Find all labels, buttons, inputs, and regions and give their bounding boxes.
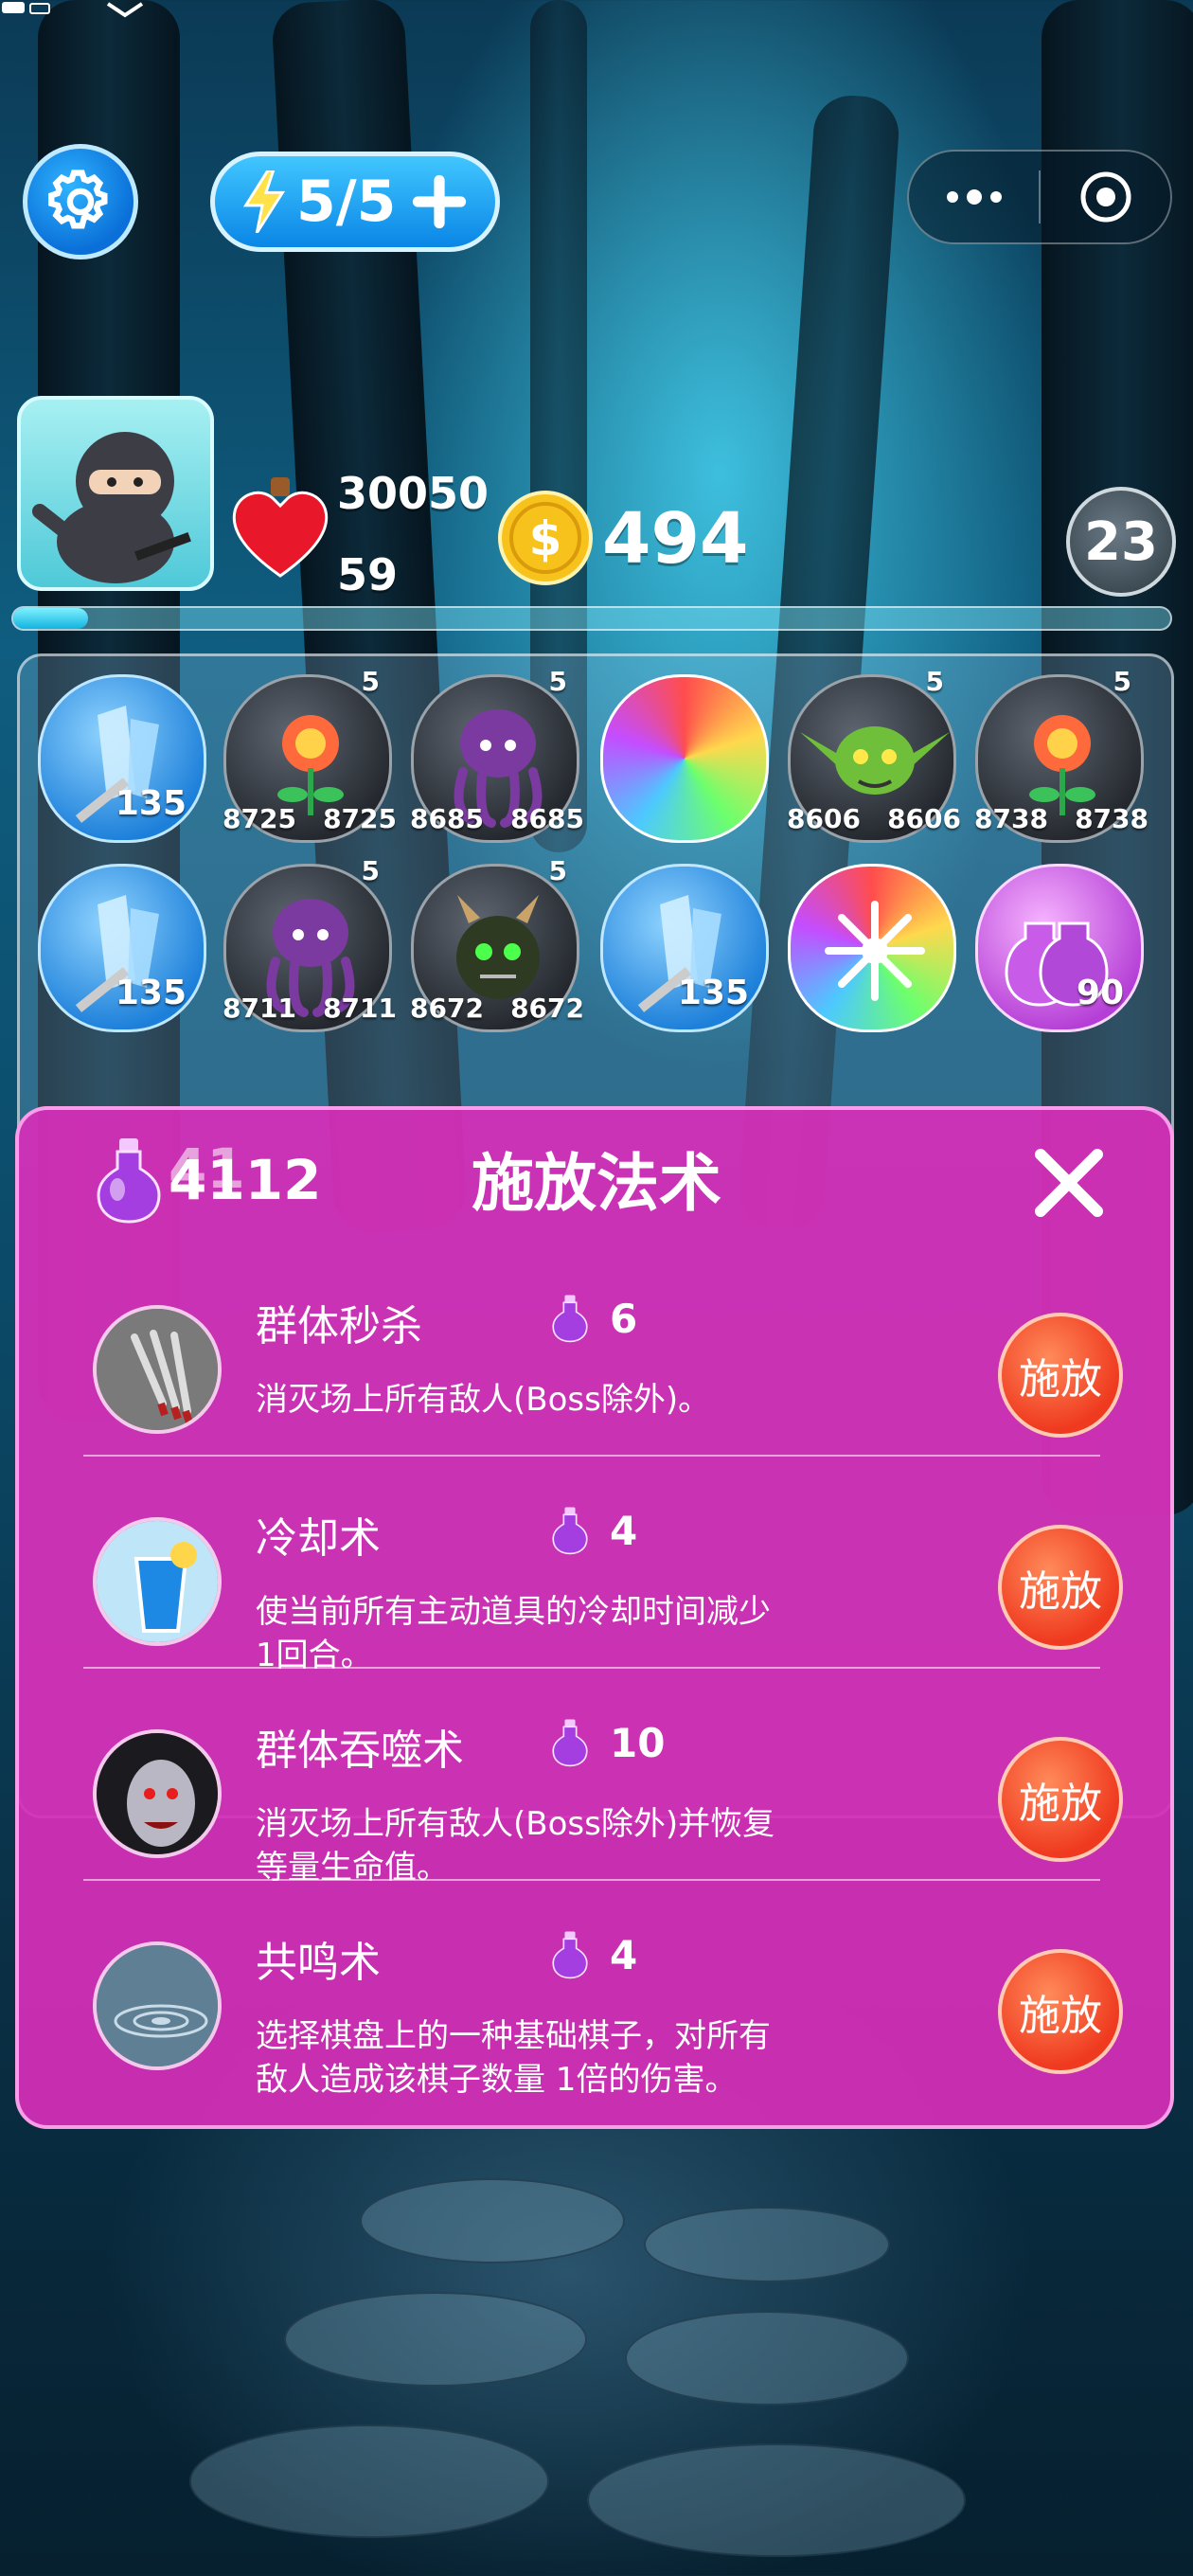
modal-title: 施放法术	[472, 1147, 721, 1220]
monster-level: 5	[925, 666, 944, 697]
monster-hp: 8725	[323, 803, 397, 834]
cast-button[interactable]: 施放	[998, 1313, 1123, 1438]
spell-cost: 6	[551, 1294, 637, 1343]
ninja-icon	[32, 432, 191, 583]
spell-cost-value: 10	[610, 1719, 666, 1766]
spell-icon-frame	[93, 1729, 222, 1858]
hp-value: 30050	[337, 468, 490, 519]
ripple-icon	[97, 1945, 218, 2066]
potion-icon	[552, 1719, 588, 1767]
cast-button[interactable]: 施放	[998, 1525, 1123, 1650]
monster-hp: 8738	[1075, 803, 1148, 834]
board-piece-rainbow[interactable]	[600, 674, 769, 843]
progress-fill	[13, 608, 89, 629]
star-burst-icon	[825, 901, 925, 1001]
coin-icon: $	[498, 491, 593, 585]
board-piece-octopus[interactable]: 5 8685 8685	[410, 666, 584, 843]
monster-attack: 8711	[223, 993, 296, 1024]
target-circle-icon	[1080, 171, 1131, 223]
sim-icon	[2, 2, 50, 14]
spell-name: 群体吞噬术	[256, 1726, 464, 1775]
monster-level: 5	[1113, 666, 1131, 697]
board-piece-dragon[interactable]: 5 8672 8672	[410, 855, 584, 1032]
progress-bar	[11, 606, 1172, 631]
energy-value: 5/5	[296, 169, 397, 235]
spell-name: 冷却术	[256, 1514, 381, 1563]
potion-icon	[552, 1295, 588, 1343]
spell-divider	[83, 1879, 1100, 1881]
lightning-icon	[242, 170, 286, 233]
vampire-icon	[97, 1733, 218, 1854]
monster-level: 5	[361, 855, 380, 886]
board-piece-flower[interactable]: 5 8725 8725	[223, 666, 397, 843]
monster-attack: 8725	[223, 803, 296, 834]
close-icon	[1035, 1149, 1103, 1217]
board-piece-goblin[interactable]: 5 8606 8606	[787, 666, 961, 843]
spell-description: 选择棋盘上的一种基础棋子，对所有敌人造成该棋子数量 1倍的伤害。	[256, 2017, 771, 2099]
ninja-avatar[interactable]	[17, 396, 214, 591]
board-piece-crystal[interactable]: 135	[38, 674, 206, 843]
spell-icon-frame	[93, 1941, 222, 2070]
coin-value: 494	[602, 498, 749, 580]
energy-pill[interactable]: 5/5	[210, 152, 500, 252]
spell-divider	[83, 1667, 1100, 1669]
spell-description: 消灭场上所有敌人(Boss除外)并恢复等量生命值。	[256, 1805, 775, 1887]
spell-name: 群体秒杀	[256, 1302, 422, 1351]
svg-text:$: $	[529, 511, 562, 566]
spell-row: 共鸣术 4 选择棋盘上的一种基础棋子，对所有敌人造成该棋子数量 1倍的伤害。 施放	[83, 1911, 1123, 2123]
monster-attack: 8685	[410, 803, 484, 834]
monster-level: 5	[548, 855, 567, 886]
level-badge: 23	[1066, 487, 1176, 597]
monster-hp: 8711	[323, 993, 397, 1024]
board-piece-crystal[interactable]: 135	[38, 864, 206, 1032]
spell-cost: 4	[551, 1930, 637, 1979]
spell-description: 消灭场上所有敌人(Boss除外)。	[256, 1381, 711, 1419]
monster-attack: 8672	[410, 993, 484, 1024]
piece-value: 135	[115, 784, 187, 823]
monster-hp: 8672	[510, 993, 584, 1024]
spell-cost: 4	[551, 1506, 637, 1555]
more-dots-icon	[946, 189, 1002, 205]
monster-attack: 8738	[974, 803, 1048, 834]
mini-program-capsule	[907, 150, 1172, 244]
daggers-icon	[97, 1309, 218, 1430]
cast-button[interactable]: 施放	[998, 1737, 1123, 1862]
heart-icon	[232, 477, 329, 578]
status-bar	[0, 0, 151, 19]
board-piece-flower[interactable]: 5 8738 8738	[974, 666, 1148, 843]
spell-cost-value: 6	[610, 1295, 638, 1342]
potion-icon	[552, 1931, 588, 1979]
spell-description: 使当前所有主动道具的冷却时间减少1回合。	[256, 1593, 771, 1674]
hp-secondary-value: 59	[337, 549, 399, 600]
potion-icon	[552, 1507, 588, 1555]
exit-button[interactable]	[1041, 152, 1170, 242]
board-piece-rainbow-star[interactable]	[788, 864, 956, 1032]
gear-icon	[48, 170, 108, 229]
cast-button[interactable]: 施放	[998, 1949, 1123, 2074]
cold-drink-icon	[97, 1521, 218, 1642]
plus-icon[interactable]	[411, 173, 468, 230]
close-button[interactable]	[1028, 1142, 1110, 1224]
spell-cost-value: 4	[610, 1931, 638, 1978]
chevron-down-icon	[106, 2, 144, 18]
monster-attack: 8606	[787, 803, 861, 834]
piece-value: 135	[115, 974, 187, 1012]
piece-value: 90	[1076, 974, 1124, 1012]
monster-level: 5	[548, 666, 567, 697]
spell-cost: 10	[551, 1718, 665, 1767]
spell-icon-frame	[93, 1305, 222, 1434]
piece-value: 135	[677, 974, 749, 1012]
monster-hp: 8685	[510, 803, 584, 834]
settings-button[interactable]	[23, 144, 138, 259]
spell-cost-value: 4	[610, 1507, 638, 1554]
spell-icon-frame	[93, 1517, 222, 1646]
monster-hp: 8606	[887, 803, 961, 834]
spell-name: 共鸣术	[256, 1939, 381, 1987]
board-piece-crystal[interactable]: 135	[600, 864, 769, 1032]
monster-level: 5	[361, 666, 380, 697]
board-piece-potion[interactable]: 90	[975, 864, 1144, 1032]
spell-divider	[83, 1455, 1100, 1457]
board-piece-octopus[interactable]: 5 8711 8711	[223, 855, 397, 1032]
more-button[interactable]	[909, 152, 1039, 242]
